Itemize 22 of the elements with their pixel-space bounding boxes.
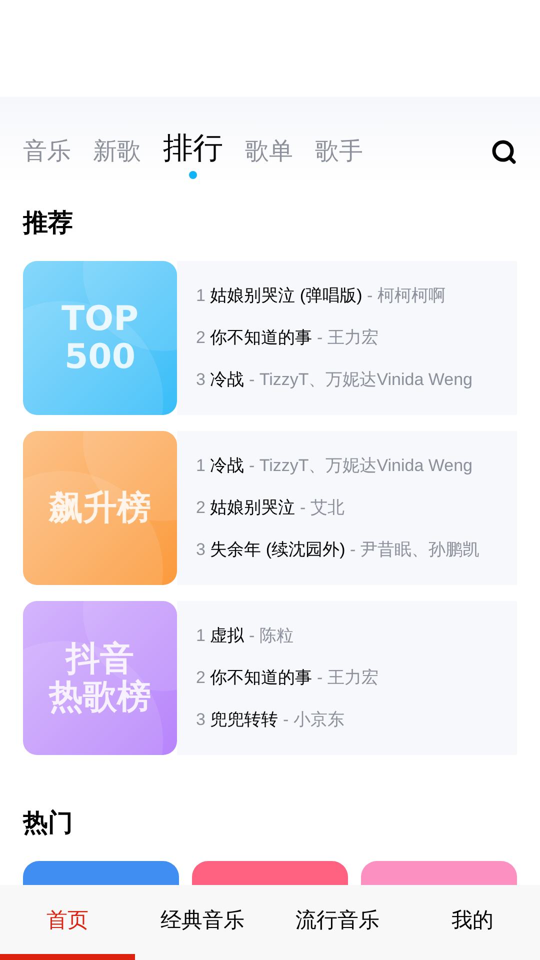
section-title: 推荐	[22, 208, 74, 239]
search-icon[interactable]	[491, 139, 517, 165]
nav-tab[interactable]: 我的	[405, 885, 540, 960]
nav-tab[interactable]: 经典音乐	[135, 885, 270, 960]
cover-title: 热歌榜	[49, 678, 151, 716]
nav-tab[interactable]: 首页	[0, 885, 135, 960]
song-row[interactable]: 1 冷战 - TizzyT、万妮达Vinida Weng	[196, 454, 517, 478]
category-tab[interactable]: 排行	[163, 131, 223, 179]
song-row[interactable]: 2 姑娘别哭泣 - 艾北	[196, 496, 517, 520]
cover-title: TOP	[61, 300, 138, 338]
cover-title: 飙升榜	[49, 489, 151, 527]
song-row[interactable]: 3 冷战 - TizzyT、万妮达Vinida Weng	[196, 368, 517, 392]
song-row[interactable]: 2 你不知道的事 - 王力宏	[196, 666, 517, 690]
nav-tab[interactable]: 流行音乐	[270, 885, 405, 960]
section-title: 热门	[22, 808, 74, 839]
cover-title: 抖音	[66, 640, 134, 678]
song-row[interactable]: 2 你不知道的事 - 王力宏	[196, 326, 517, 350]
cover-title: 500	[64, 338, 136, 376]
song-row[interactable]: 3 失余年 (续沈园外) - 尹昔眠、孙鹏凯	[196, 538, 517, 562]
song-row[interactable]: 3 兜兜转转 - 小京东	[196, 708, 517, 732]
song-row[interactable]: 1 虚拟 - 陈粒	[196, 624, 517, 648]
song-row[interactable]: 1 姑娘别哭泣 (弹唱版) - 柯柯柯啊	[196, 284, 517, 308]
